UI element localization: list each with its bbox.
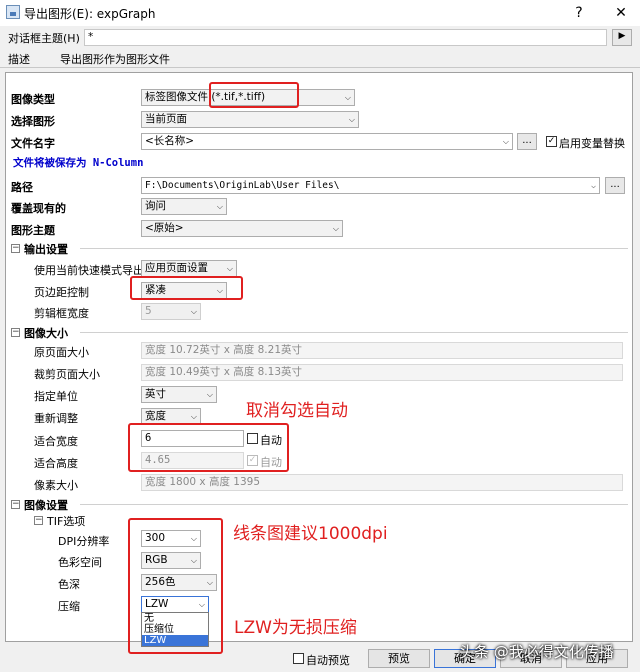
app-icon (6, 5, 20, 19)
group-line (80, 332, 628, 333)
theme-value: * (88, 31, 94, 43)
highlight-tif-options (128, 518, 223, 654)
close-button[interactable]: ✕ (606, 2, 636, 24)
tif-options-header: TIF选项 (47, 515, 86, 528)
chevron-down-icon: ⌵ (206, 390, 213, 399)
rescale-label: 重新调整 (34, 412, 78, 425)
unit-value: 英寸 (145, 388, 166, 400)
pixel-size-value: 宽度 1800 x 高度 1395 (145, 476, 261, 488)
theme-menu-button[interactable]: ▶ (612, 29, 632, 46)
watermark: 头条 @我必得文化传播 (459, 643, 614, 661)
quick-mode-select[interactable]: 应用页面设置 ⌵ (141, 260, 237, 277)
compression-label: 压缩 (58, 600, 80, 613)
crop-page-field: 宽度 10.49英寸 x 高度 8.13英寸 (141, 364, 623, 381)
file-name-input[interactable]: <长名称> ⌵ (141, 133, 513, 150)
file-name-browse-button[interactable]: ... (517, 133, 537, 150)
image-type-label: 图像类型 (11, 93, 55, 106)
file-name-value: <长名称> (145, 135, 195, 147)
chevron-down-icon: ⌵ (216, 202, 223, 211)
chevron-down-icon: ⌵ (348, 115, 355, 124)
quick-mode-value: 应用页面设置 (145, 262, 208, 274)
select-graph-label: 选择图形 (11, 115, 55, 128)
quick-mode-label: 使用当前快速模式导出 (34, 264, 144, 277)
path-value: F:\Documents\OriginLab\User Files\ (145, 180, 340, 191)
preview-button[interactable]: 预览 (368, 649, 430, 668)
description-label: 描述 (8, 53, 30, 66)
auto-preview-label: 自动预览 (306, 654, 350, 667)
save-as-note: 文件将被保存为 N-Column (13, 157, 144, 169)
var-replace-label: 启用变量替换 (559, 137, 625, 150)
help-button[interactable]: ? (564, 2, 594, 24)
description-text: 导出图形作为图形文件 (60, 53, 170, 66)
chevron-down-icon: ⌵ (344, 93, 351, 102)
chevron-down-icon: ⌵ (226, 264, 233, 273)
crop-page-value: 宽度 10.49英寸 x 高度 8.13英寸 (145, 366, 303, 378)
output-settings-header: 输出设置 (24, 243, 68, 256)
collapse-tif-options[interactable]: − (34, 516, 43, 525)
group-line (80, 248, 628, 249)
window-title: 导出图形(E): expGraph (24, 7, 156, 21)
chevron-down-icon: ⌵ (332, 224, 339, 233)
overwrite-label: 覆盖现有的 (11, 202, 66, 215)
crop-page-label: 裁剪页面大小 (34, 368, 100, 381)
chevron-down-icon: ⌵ (502, 137, 509, 146)
fit-height-label: 适合高度 (34, 457, 78, 470)
path-browse-button[interactable]: ... (605, 177, 625, 194)
rescale-value: 宽度 (145, 410, 166, 422)
pixel-size-label: 像素大小 (34, 479, 78, 492)
graph-theme-label: 图形主题 (11, 224, 55, 237)
chevron-down-icon: ⌵ (591, 181, 596, 190)
orig-page-field: 宽度 10.72英寸 x 高度 8.21英寸 (141, 342, 623, 359)
path-label: 路径 (11, 181, 33, 194)
select-graph-value: 当前页面 (145, 113, 187, 125)
annotation-line-dpi: 线条图建议1000dpi (233, 524, 388, 544)
group-line (80, 504, 628, 505)
orig-page-value: 宽度 10.72英寸 x 高度 8.21英寸 (145, 344, 303, 356)
unit-select[interactable]: 英寸 ⌵ (141, 386, 217, 403)
auto-preview-checkbox[interactable] (293, 653, 304, 664)
collapse-image-settings[interactable]: − (11, 500, 20, 509)
graph-theme-value: <原始> (145, 222, 184, 234)
clip-width-select[interactable]: 5 ⌵ (141, 303, 201, 320)
overwrite-value: 询问 (145, 200, 166, 212)
chevron-down-icon: ⌵ (190, 307, 197, 316)
highlight-fit-size (128, 423, 289, 472)
select-graph-select[interactable]: 当前页面 ⌵ (141, 111, 359, 128)
highlight-image-type (209, 82, 299, 108)
overwrite-select[interactable]: 询问 ⌵ (141, 198, 227, 215)
path-input[interactable]: F:\Documents\OriginLab\User Files\ ⌵ (141, 177, 600, 194)
clip-width-label: 剪辑框宽度 (34, 307, 89, 320)
annotation-uncheck-auto: 取消勾选自动 (246, 401, 348, 421)
unit-label: 指定单位 (34, 390, 78, 403)
clip-width-value: 5 (145, 305, 152, 317)
highlight-margin (130, 276, 243, 300)
collapse-image-size[interactable]: − (11, 328, 20, 337)
divider (0, 67, 640, 68)
theme-label: 对话框主题(H) (8, 32, 80, 45)
image-size-header: 图像大小 (24, 327, 68, 340)
color-depth-label: 色深 (58, 578, 80, 591)
fit-width-label: 适合宽度 (34, 435, 78, 448)
image-settings-header: 图像设置 (24, 499, 68, 512)
var-replace-checkbox[interactable]: ✓ (546, 136, 557, 147)
chevron-down-icon: ⌵ (190, 412, 197, 421)
collapse-output-settings[interactable]: − (11, 244, 20, 253)
graph-theme-select[interactable]: <原始> ⌵ (141, 220, 343, 237)
orig-page-label: 原页面大小 (34, 346, 89, 359)
theme-input[interactable]: * (84, 29, 607, 46)
annotation-lzw: LZW为无损压缩 (234, 618, 357, 638)
margin-label: 页边距控制 (34, 286, 89, 299)
dpi-label: DPI分辨率 (58, 535, 110, 548)
color-space-label: 色彩空间 (58, 556, 102, 569)
pixel-size-field: 宽度 1800 x 高度 1395 (141, 474, 623, 491)
file-name-label: 文件名字 (11, 137, 55, 150)
